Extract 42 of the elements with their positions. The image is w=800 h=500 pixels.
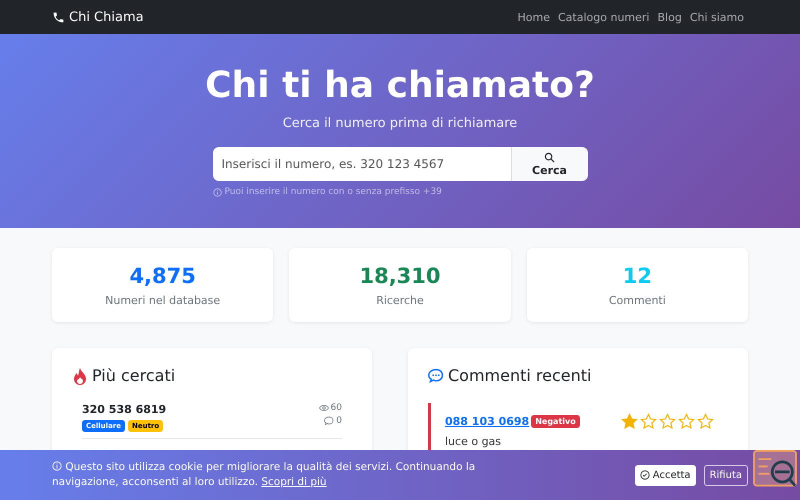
stat-label: Commenti — [608, 294, 666, 306]
nav-link[interactable]: Home — [518, 10, 550, 24]
info-icon — [52, 461, 62, 471]
info-icon — [212, 188, 222, 196]
nav-link[interactable]: Catalogo numeri — [558, 10, 650, 24]
star-icon — [659, 413, 676, 430]
flame-icon — [72, 366, 88, 384]
comment-count: 0 — [336, 416, 342, 426]
search-hint: Puoi inserire il numero con o senza prefisso +39 — [224, 187, 442, 197]
check-circle-icon — [640, 470, 650, 480]
view-count: 60 — [330, 403, 342, 413]
star-icon — [678, 413, 695, 430]
hero-subtitle: Cerca il numero prima di richiamare — [282, 116, 518, 131]
chat-bubble-icon — [428, 368, 444, 384]
phone-number-link[interactable]: 088 103 0698 — [445, 415, 530, 428]
stat-label: Numeri nel database — [105, 294, 220, 306]
speech-bubble-icon — [324, 416, 334, 426]
search-icon — [544, 152, 555, 162]
reject-button[interactable]: Rifiuta — [704, 464, 748, 486]
phone-number[interactable]: 320 538 6819 — [82, 403, 166, 416]
phone-icon — [52, 10, 65, 24]
star-icon — [697, 413, 714, 430]
stat-value: 12 — [622, 264, 652, 288]
nav-link[interactable]: Blog — [657, 10, 682, 24]
cookie-message: Questo sito utilizza cookie per migliorare la qualità dei servizi. Continuando la navigazione, acconsenti al loro utilizzo. Scopri di più — [52, 460, 476, 490]
nav-link[interactable]: Chi siamo — [690, 10, 744, 24]
stat-value: 4,875 — [129, 264, 196, 288]
eye-icon — [318, 404, 329, 412]
search-button[interactable]: Cerca — [510, 147, 588, 181]
stat-value: 18,310 — [359, 264, 441, 288]
star-icon — [621, 413, 638, 430]
stat-label: Ricerche — [376, 294, 424, 306]
comment-text: luce o gas — [445, 435, 502, 448]
accept-button[interactable]: Accetta — [634, 464, 696, 486]
panel-title: Commenti recenti — [448, 366, 592, 385]
panel-title: Più cercati — [92, 366, 176, 385]
brand-link[interactable]: Chi Chiama — [69, 10, 144, 24]
learn-more-link[interactable]: Scopri di più — [261, 476, 327, 488]
hero-title: Chi ti ha chiamato? — [205, 64, 595, 108]
tag: Negativo — [531, 415, 580, 428]
search-field[interactable]: Inserisci il numero, es. 320 123 4567 — [212, 147, 510, 181]
star-icon — [640, 413, 657, 430]
